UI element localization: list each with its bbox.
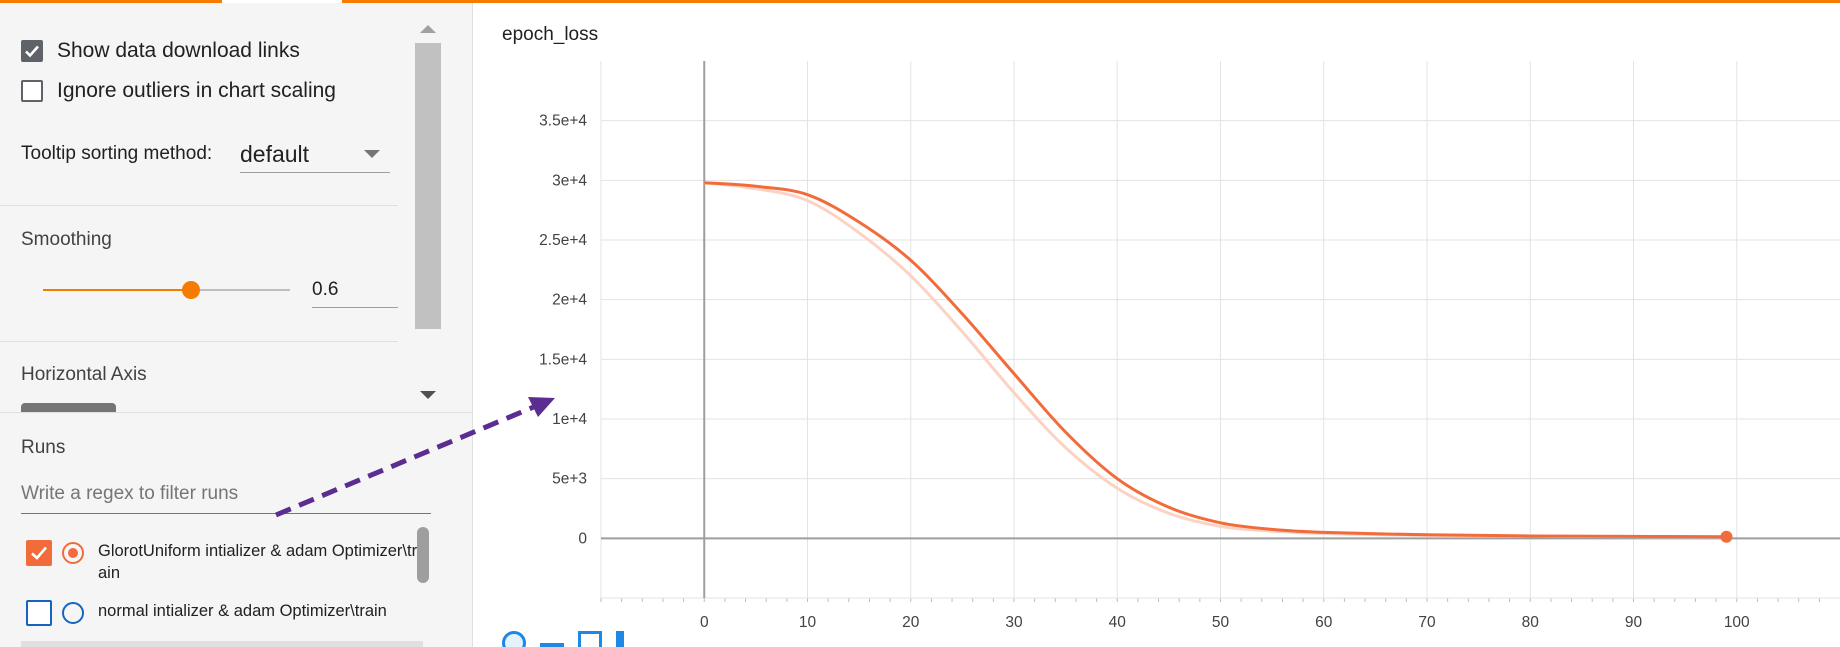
section-divider [0, 341, 398, 342]
run-label: normal intializer & adam Optimizer\train [98, 602, 387, 620]
y-tick-label: 0 [578, 530, 587, 547]
x-tick-label: 70 [1418, 614, 1436, 631]
run-radio[interactable] [62, 542, 84, 564]
x-tick-label: 20 [902, 614, 920, 631]
y-tick-label: 5e+3 [552, 471, 587, 488]
line-chart[interactable]: 0 10 20 30 40 50 60 70 80 90 100 0 5e+3 1e+4 1.5e+4 2e+… [473, 3, 1840, 647]
download-icon[interactable] [578, 631, 602, 647]
run-label: GlorotUniform intializer & adam Optimize… [98, 542, 418, 582]
smoothing-label: Smoothing [21, 229, 112, 250]
scroll-up-icon[interactable] [420, 25, 436, 33]
scrollbar-thumb[interactable] [415, 43, 441, 329]
x-tick-label: 90 [1625, 614, 1643, 631]
show-download-links-checkbox[interactable] [21, 40, 43, 62]
tooltip-sorting-value: default [240, 140, 310, 167]
expand-icon[interactable] [616, 631, 624, 647]
run-item[interactable]: normal intializer & adam Optimizer\train [26, 600, 418, 626]
ignore-outliers-label: Ignore outliers in chart scaling [57, 79, 336, 102]
horizontal-axis-label: Horizontal Axis [21, 364, 147, 385]
run-radio[interactable] [62, 602, 84, 624]
checkmark-icon [25, 45, 39, 58]
ignore-outliers-checkbox[interactable] [21, 80, 43, 102]
chart-toolbar [502, 631, 624, 647]
runs-footer-bar [21, 641, 423, 647]
smoothing-slider[interactable] [43, 281, 290, 299]
y-tick-label: 3e+4 [552, 172, 587, 189]
chevron-down-icon [364, 150, 380, 158]
y-tick-label: 1.5e+4 [539, 351, 587, 368]
radio-dot-icon [68, 548, 78, 558]
x-tick-label: 50 [1212, 614, 1230, 631]
checkmark-icon [31, 546, 47, 560]
x-tick-label: 0 [700, 614, 709, 631]
x-tick-label: 100 [1724, 614, 1750, 631]
log-scale-icon[interactable] [540, 643, 564, 647]
runs-scrollbar-thumb[interactable] [417, 527, 429, 583]
x-tick-label: 30 [1005, 614, 1023, 631]
run-checkbox[interactable] [26, 600, 52, 626]
x-tick-label: 60 [1315, 614, 1333, 631]
y-tick-label: 2e+4 [552, 292, 587, 309]
ignore-outliers-option[interactable]: Ignore outliers in chart scaling [21, 79, 336, 103]
y-tick-label: 1e+4 [552, 411, 587, 428]
show-download-links-option[interactable]: Show data download links [21, 39, 300, 63]
settings-scrollbar[interactable] [413, 17, 441, 410]
x-tick-label: 80 [1522, 614, 1540, 631]
x-tick-label: 10 [799, 614, 817, 631]
section-divider [0, 205, 398, 206]
smoothing-slider-thumb[interactable] [182, 281, 201, 299]
tooltip-sorting-label: Tooltip sorting method: [21, 143, 213, 164]
settings-sidebar: Show data download links Ignore outliers… [0, 3, 473, 647]
tooltip-sorting-select[interactable]: default [240, 136, 390, 173]
series-end-point [1720, 530, 1733, 543]
runs-title: Runs [21, 437, 66, 458]
y-tick-label: 3.5e+4 [539, 113, 587, 130]
y-tick-label: 2.5e+4 [539, 232, 587, 249]
x-tick-label: 40 [1109, 614, 1127, 631]
fit-domain-icon[interactable] [502, 631, 526, 647]
smoothing-slider-fill [43, 289, 192, 291]
smoothing-value-input[interactable]: 0.6 [312, 273, 398, 308]
run-checkbox[interactable] [26, 540, 52, 566]
run-item[interactable]: GlorotUniform intializer & adam Optimize… [26, 540, 418, 584]
scroll-down-icon[interactable] [420, 391, 436, 399]
runs-filter-input[interactable]: Write a regex to filter runs [21, 475, 431, 514]
show-download-links-label: Show data download links [57, 39, 300, 62]
chart-card: epoch_loss 0 10 20 30 40 50 60 70 80 90 100 0 5e+3 1e… [473, 3, 1840, 647]
